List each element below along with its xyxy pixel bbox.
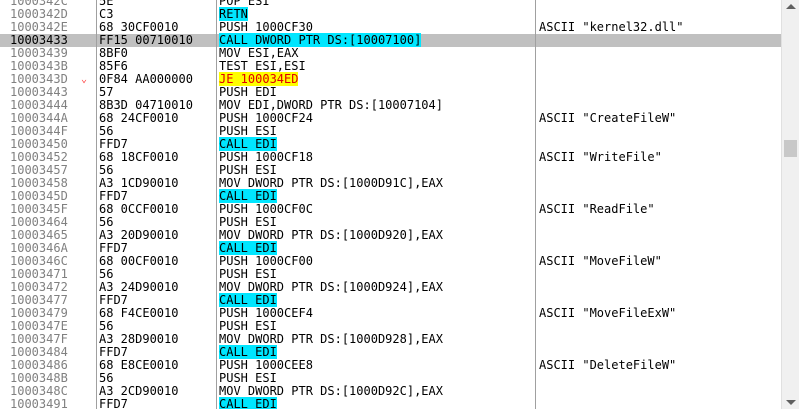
- instruction-text: CALL EDI: [219, 397, 277, 409]
- instruction-text: PUSH ESI: [219, 215, 277, 229]
- instruction-text: PUSH 1000CEE8: [219, 358, 313, 372]
- address-cell: 10003491: [10, 397, 68, 409]
- column-divider-disasm: [216, 0, 217, 409]
- code-row[interactable]: 10003452 68 18CF0010 PUSH 1000CF18 ASCII "W…: [0, 151, 781, 164]
- instruction-text: PUSH 1000CF24: [219, 111, 313, 125]
- code-row[interactable]: 1000346C 68 00CF0010 PUSH 1000CF00 ASCII "M…: [0, 255, 781, 268]
- comment-cell: ASCII "WriteFile": [539, 150, 662, 164]
- instruction-text: CALL DWORD PTR DS:[10007100]: [219, 33, 422, 47]
- column-divider-hex: [96, 0, 97, 409]
- column-divider-comment: [535, 0, 536, 409]
- instruction-text: MOV EDI,DWORD PTR DS:[10007104]: [219, 98, 443, 112]
- instruction-text: MOV DWORD PTR DS:[1000D92C],EAX: [219, 384, 443, 398]
- code-row[interactable]: 1000343D ⌄ 0F84 AA000000 JE 100034ED: [0, 72, 781, 86]
- scroll-down-arrow-icon[interactable]: [786, 400, 796, 405]
- instruction-text: PUSH ESI: [219, 371, 277, 385]
- disassembly-view[interactable]: 1000342C 5E POP ESI 1000342D C3 RETN 1000342E 6…: [0, 0, 781, 409]
- comment-cell: ASCII "CreateFileW": [539, 111, 677, 125]
- vertical-scrollbar[interactable]: [781, 0, 799, 409]
- code-row[interactable]: 10003479 68 F4CE0010 PUSH 1000CEF4 ASCII "M…: [0, 307, 781, 320]
- code-row[interactable]: 1000342C 5E POP ESI: [0, 0, 781, 8]
- instruction-text: MOV DWORD PTR DS:[1000D924],EAX: [219, 280, 443, 294]
- comment-cell: ASCII "ReadFile": [539, 202, 655, 216]
- code-row[interactable]: 10003486 68 E8CE0010 PUSH 1000CEE8 ASCII "D…: [0, 359, 781, 372]
- instruction-text: JE 100034ED: [219, 72, 299, 86]
- instruction-text: PUSH 1000CF30: [219, 20, 313, 34]
- instruction-text: CALL EDI: [219, 345, 277, 359]
- comment-cell: ASCII "DeleteFileW": [539, 358, 677, 372]
- instruction-text: PUSH 1000CF18: [219, 150, 313, 164]
- code-row[interactable]: 10003491 FFD7 CALL EDI: [0, 397, 781, 409]
- comment-cell: ASCII "MoveFileExW": [539, 306, 677, 320]
- instruction-text: RETN: [219, 7, 248, 21]
- instruction-text: PUSH EDI: [219, 85, 277, 99]
- scroll-up-arrow-icon[interactable]: [786, 4, 796, 9]
- instruction-text: PUSH ESI: [219, 163, 277, 177]
- instruction-text: PUSH 1000CF00: [219, 254, 313, 268]
- code-row[interactable]: 1000345F 68 0CCF0010 PUSH 1000CF0C ASCII "R…: [0, 203, 781, 216]
- hex-dump-cell: 0F84 AA000000: [99, 72, 193, 86]
- instruction-text: MOV DWORD PTR DS:[1000D91C],EAX: [219, 176, 443, 190]
- instruction-text: PUSH ESI: [219, 267, 277, 281]
- scrollbar-thumb[interactable]: [784, 140, 797, 157]
- disassembly-cell: CALL EDI: [219, 397, 277, 409]
- instruction-text: PUSH 1000CEF4: [219, 306, 313, 320]
- instruction-text: PUSH 1000CF0C: [219, 202, 313, 216]
- instruction-text: CALL EDI: [219, 293, 277, 307]
- instruction-text: MOV DWORD PTR DS:[1000D920],EAX: [219, 228, 443, 242]
- hex-dump-cell: FFD7: [99, 397, 128, 409]
- instruction-text: MOV DWORD PTR DS:[1000D928],EAX: [219, 332, 443, 346]
- instruction-text: CALL EDI: [219, 137, 277, 151]
- comment-cell: ASCII "kernel32.dll": [539, 20, 684, 34]
- jump-arrow-icon: ⌄: [81, 74, 88, 85]
- code-row[interactable]: 1000344A 68 24CF0010 PUSH 1000CF24 ASCII "C…: [0, 112, 781, 125]
- instruction-text: MOV ESI,EAX: [219, 46, 299, 60]
- instruction-text: PUSH ESI: [219, 319, 277, 333]
- instruction-text: CALL EDI: [219, 189, 277, 203]
- instruction-text: CALL EDI: [219, 241, 277, 255]
- comment-cell: ASCII "MoveFileW": [539, 254, 662, 268]
- instruction-text: TEST ESI,ESI: [219, 59, 306, 73]
- instruction-text: PUSH ESI: [219, 124, 277, 138]
